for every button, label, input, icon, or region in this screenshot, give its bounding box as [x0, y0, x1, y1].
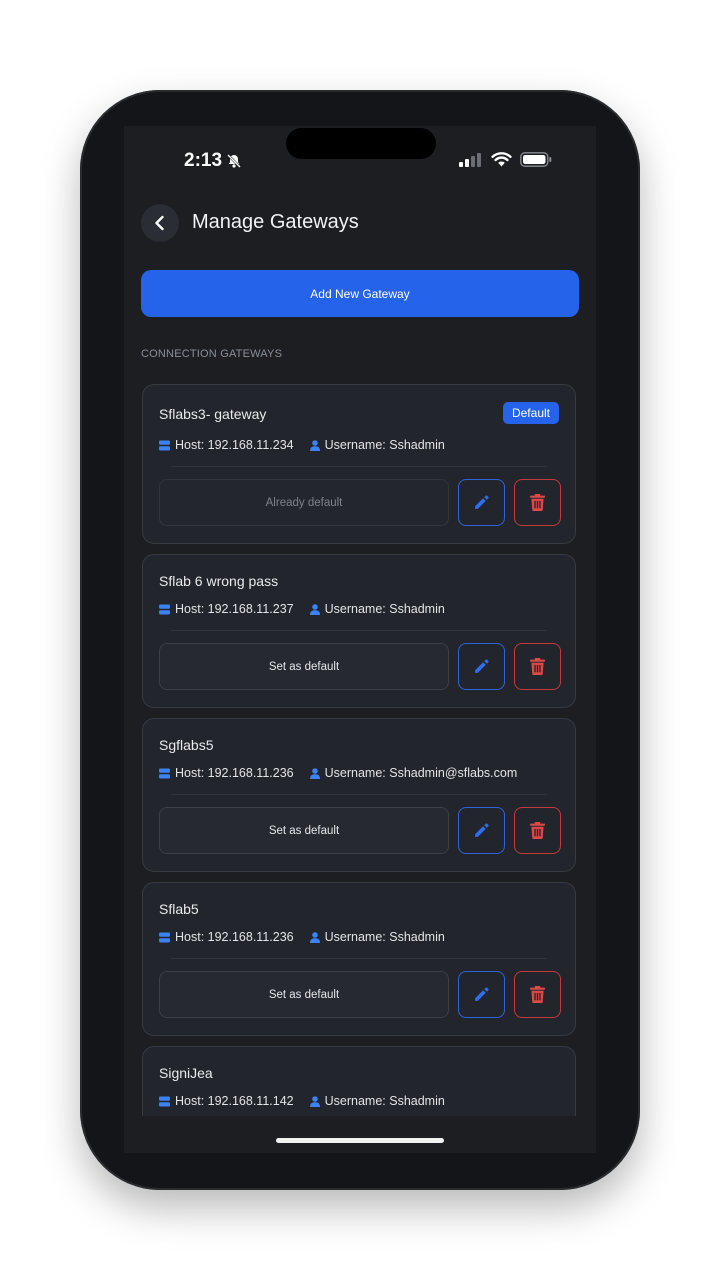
- delete-gateway-button[interactable]: [514, 479, 561, 526]
- pencil-icon: [475, 987, 489, 1001]
- gateway-card: Sflabs3- gateway Default Host: 192.168.1…: [142, 384, 576, 544]
- card-divider: [171, 630, 547, 631]
- delete-gateway-button[interactable]: [514, 971, 561, 1018]
- username-text: Username: Sshadmin: [324, 438, 445, 452]
- clock-text: 2:13: [184, 150, 223, 171]
- wifi-icon: [491, 152, 512, 167]
- default-badge: Default: [502, 402, 559, 424]
- user-icon: [309, 767, 320, 779]
- set-as-default-button[interactable]: Set as default: [159, 807, 449, 854]
- gateway-card: Sflab5 Host: 192.168.11.236 Username: Ss…: [142, 882, 576, 1036]
- edit-gateway-button[interactable]: [458, 807, 505, 854]
- gateway-meta: Host: 192.168.11.236 Username: Sshadmin@…: [159, 766, 533, 780]
- pencil-icon: [475, 823, 489, 837]
- gateway-name: SigniJea: [159, 1065, 213, 1081]
- dynamic-island: [286, 128, 436, 159]
- user-icon: [309, 1095, 320, 1107]
- gateway-card: Sflab 6 wrong pass Host: 192.168.11.237 …: [142, 554, 576, 708]
- gateway-meta: Host: 192.168.11.236 Username: Sshadmin: [159, 930, 461, 944]
- username-text: Username: Sshadmin: [324, 1094, 445, 1108]
- status-icons: [459, 152, 552, 167]
- trash-icon: [530, 658, 545, 675]
- edit-gateway-button[interactable]: [458, 643, 505, 690]
- edit-gateway-button[interactable]: [458, 971, 505, 1018]
- edit-gateway-button[interactable]: [458, 479, 505, 526]
- user-icon: [309, 931, 320, 943]
- delete-gateway-button[interactable]: [514, 807, 561, 854]
- host-text: Host: 192.168.11.236: [175, 766, 294, 780]
- back-button[interactable]: [141, 204, 179, 242]
- gateway-meta: Host: 192.168.11.142 Username: Sshadmin: [159, 1094, 461, 1108]
- status-bar-time: 2:13: [184, 150, 242, 172]
- bottom-safe-area: [124, 1116, 596, 1153]
- signal-icon: [459, 152, 481, 167]
- add-new-gateway-button[interactable]: Add New Gateway: [141, 270, 579, 317]
- host-text: Host: 192.168.11.237: [175, 602, 294, 616]
- server-icon: [159, 932, 170, 942]
- host-text: Host: 192.168.11.234: [175, 438, 294, 452]
- already-default-button: Already default: [159, 479, 449, 526]
- user-icon: [309, 439, 320, 451]
- trash-icon: [530, 822, 545, 839]
- gateway-name: Sgflabs5: [159, 737, 214, 753]
- chevron-left-icon: [155, 215, 164, 231]
- username-text: Username: Sshadmin: [324, 602, 445, 616]
- pencil-icon: [475, 659, 489, 673]
- pencil-icon: [475, 495, 489, 509]
- server-icon: [159, 604, 170, 614]
- host-text: Host: 192.168.11.142: [175, 1094, 294, 1108]
- gateway-meta: Host: 192.168.11.234 Username: Sshadmin: [159, 438, 461, 452]
- home-indicator[interactable]: [276, 1138, 444, 1143]
- app-screen: 2:13 Manage Gateways Add New Gateway CON…: [124, 126, 596, 1153]
- gateway-name: Sflab 6 wrong pass: [159, 573, 279, 589]
- user-icon: [309, 603, 320, 615]
- gateway-name: Sflabs3- gateway: [159, 406, 267, 422]
- card-divider: [171, 794, 547, 795]
- set-as-default-button[interactable]: Set as default: [159, 971, 449, 1018]
- server-icon: [159, 440, 170, 450]
- server-icon: [159, 768, 170, 778]
- username-text: Username: Sshadmin: [324, 930, 445, 944]
- username-text: Username: Sshadmin@sflabs.com: [324, 766, 518, 780]
- page-title: Manage Gateways: [192, 211, 359, 233]
- trash-icon: [530, 494, 545, 511]
- battery-icon: [520, 152, 552, 167]
- bell-slash-icon: [227, 154, 241, 168]
- trash-icon: [530, 986, 545, 1003]
- card-divider: [171, 958, 547, 959]
- server-icon: [159, 1096, 170, 1106]
- gateway-name: Sflab5: [159, 901, 199, 917]
- section-label: CONNECTION GATEWAYS: [141, 348, 283, 360]
- host-text: Host: 192.168.11.236: [175, 930, 294, 944]
- gateway-meta: Host: 192.168.11.237 Username: Sshadmin: [159, 602, 461, 616]
- card-divider: [171, 466, 547, 467]
- set-as-default-button[interactable]: Set as default: [159, 643, 449, 690]
- delete-gateway-button[interactable]: [514, 643, 561, 690]
- gateway-card: Sgflabs5 Host: 192.168.11.236 Username: …: [142, 718, 576, 872]
